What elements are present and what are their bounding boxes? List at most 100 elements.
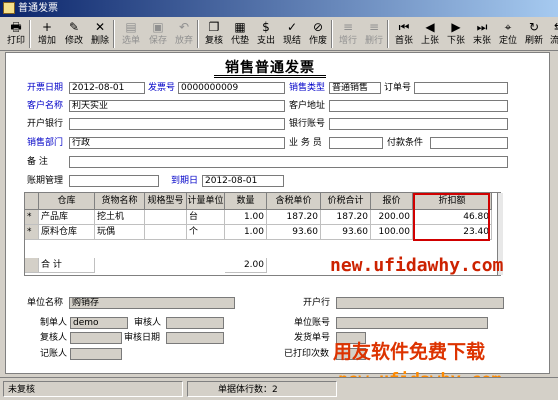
table-cell[interactable]: 93.60 [321,225,371,240]
add-row-button[interactable]: ≡ 增行 [335,19,361,49]
invoice-date-field[interactable]: 2012-08-01 [69,82,145,94]
cash-settle-label: 现结 [282,36,301,46]
column-header-quote[interactable]: 报价 [371,193,413,210]
flow-button[interactable]: ⇆流转 [547,19,558,49]
unit-name-label: 单位名称 [27,298,64,308]
column-header-qty[interactable]: 数量 [225,193,267,210]
next-button[interactable]: ▶ 下张 [443,19,469,49]
save-button[interactable]: ▣ 保存 [145,19,171,49]
refresh-label: 刷新 [524,36,543,46]
payment-terms-label: 付款条件 [387,138,424,148]
issuing-bank-field[interactable] [336,297,504,309]
column-header-goods[interactable]: 货物名称 [95,193,145,210]
select-order-button[interactable]: ▤ 选单 [117,19,145,49]
bank-label: 开户银行 [27,119,64,129]
status-bar: 未复核 单据体行数：2 [0,377,558,400]
bookkeeper-field[interactable] [70,348,122,360]
column-header-total[interactable]: 价税合计 [321,193,371,210]
delete-button[interactable]: ✕ 删除 [87,19,113,49]
table-cell[interactable]: 1.00 [225,210,267,225]
add-button[interactable]: + 增加 [33,19,61,49]
next-label: 下张 [446,36,465,46]
sales-type-field[interactable]: 普通销售 [329,82,381,94]
print-button[interactable]: 🖶 打印 [3,19,29,49]
flow-label: 流转 [549,36,558,46]
table-cell[interactable]: 产品库 [39,210,95,225]
title-underline [214,75,326,76]
table-cell[interactable]: 200.00 [371,210,413,225]
customer-field[interactable]: 利天实业 [69,100,285,112]
payment-terms-field[interactable] [430,137,508,149]
table-cell[interactable]: 挖土机 [95,210,145,225]
unit-name-field[interactable]: 购销存 [69,297,235,309]
table-cell[interactable] [145,210,187,225]
order-no-field[interactable] [414,82,508,94]
salesman-field[interactable] [329,137,383,149]
delete-row-label: 删行 [364,36,383,46]
column-header-spec[interactable]: 规格型号 [145,193,187,210]
last-button[interactable]: ⏭ 末张 [469,19,495,49]
reviewer-field[interactable] [166,317,224,329]
refresh-button[interactable]: ↻ 刷新 [521,19,547,49]
toolbar-separator [113,20,115,48]
select-order-label: 选单 [121,36,140,46]
column-header-price[interactable]: 含税单价 [267,193,321,210]
modify-button[interactable]: ✎ 修改 [61,19,87,49]
watermark-brand: 用友软件免费下载 [333,341,486,363]
window-titlebar: 普通发票 [0,0,558,17]
row-marker [25,258,39,273]
void-button[interactable]: ⊘ 作废 [305,19,331,49]
review-button[interactable]: ❐ 复核 [201,19,227,49]
recheck-label: 复核人 [40,333,68,343]
last-icon: ⏭ [476,20,488,34]
recheck-field[interactable] [70,332,122,344]
advance-button[interactable]: ▦ 代垫 [227,19,253,49]
locate-icon: ⌖ [504,20,512,34]
first-button[interactable]: ⏮ 首张 [391,19,417,49]
table-cell[interactable]: 台 [187,210,225,225]
remark-label: 备 注 [27,157,48,167]
bank-account-field[interactable] [329,118,508,130]
column-header-unit[interactable]: 计量单位 [187,193,225,210]
invoice-no-label: 发票号 [148,83,176,93]
due-date-field[interactable]: 2012-08-01 [202,175,284,187]
toolbar-separator [331,20,333,48]
sales-type-label: 销售类型 [289,83,326,93]
cash-settle-icon: ✓ [286,20,298,34]
row-marker: * [25,225,39,240]
shipping-no-label: 发货单号 [294,333,331,343]
expense-button[interactable]: $ 支出 [253,19,279,49]
discount-highlight-box [413,193,490,241]
table-cell[interactable]: 100.00 [371,225,413,240]
table-cell[interactable] [145,225,187,240]
toolbar: 🖶 打印 + 增加 ✎ 修改 ✕ 删除 ▤ 选单 ▣ 保存 ↶ 放弃 ❐ 复核 ▦ 代垫 $ 支出 ✓ 现结 ⊘ 作废 ≡ 增行 ≡… [0,17,558,51]
delete-row-button[interactable]: ≡ 删行 [361,19,387,49]
locate-button[interactable]: ⌖ 定位 [495,19,521,49]
table-cell[interactable]: 个 [187,225,225,240]
table-cell[interactable]: 玩偶 [95,225,145,240]
table-cell[interactable]: 187.20 [321,210,371,225]
modify-icon: ✎ [68,20,80,34]
invoice-no-field[interactable]: 0000000009 [178,82,285,94]
unit-account-field[interactable] [336,317,488,329]
prev-icon: ◀ [425,20,435,34]
period-field[interactable] [69,175,159,187]
table-cell[interactable]: 原料仓库 [39,225,95,240]
department-field[interactable]: 行政 [69,137,285,149]
abandon-icon: ↶ [178,20,190,34]
table-cell[interactable]: 93.60 [267,225,321,240]
customer-address-field[interactable] [329,100,508,112]
table-cell[interactable]: 187.20 [267,210,321,225]
maker-field[interactable]: demo [70,317,128,329]
cash-settle-button[interactable]: ✓ 现结 [279,19,305,49]
review-date-label: 审核日期 [124,333,161,343]
watermark-url: new.ufidawhy.com [330,255,504,276]
review-date-field[interactable] [166,332,224,344]
remark-field[interactable] [69,156,508,168]
abandon-button[interactable]: ↶ 放弃 [171,19,197,49]
prev-button[interactable]: ◀ 上张 [417,19,443,49]
bank-field[interactable] [69,118,285,130]
table-cell[interactable]: 1.00 [225,225,267,240]
column-header-warehouse[interactable]: 仓库 [39,193,95,210]
toolbar-separator [387,20,389,48]
